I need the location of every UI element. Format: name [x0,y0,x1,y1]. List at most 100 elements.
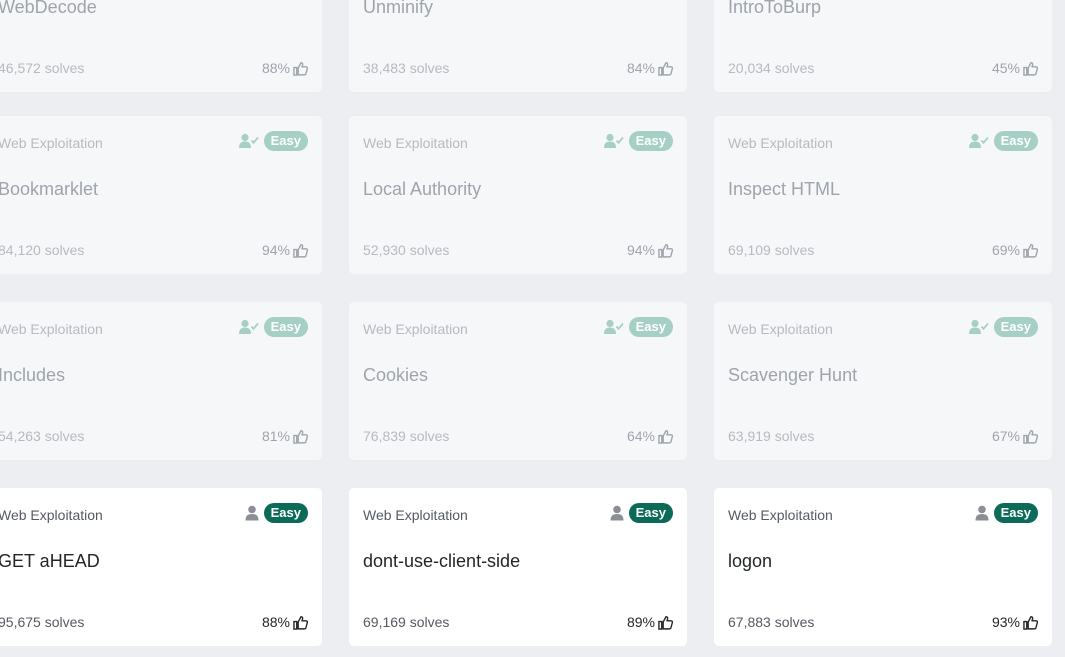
rating-value: 88% [261,60,290,76]
user-icon [975,505,989,521]
challenge-card[interactable]: Web Exploitation Easy Inspect HTML 69,109 s… [714,116,1052,274]
rating-value: 69% [991,242,1020,258]
difficulty-group: Easy [968,131,1038,151]
thumbs-up-icon [1023,615,1038,630]
thumbs-up-icon [658,61,673,76]
difficulty-group: Easy [603,131,673,151]
thumbs-up-icon [1023,61,1038,76]
challenge-title[interactable]: Bookmarklet [0,179,98,200]
challenge-card[interactable]: Web Exploitation Easy dont-use-client-side… [349,488,687,646]
challenge-title[interactable]: Unminify [363,0,433,18]
rating: 84% [627,60,673,76]
solve-count: 20,034 solves [728,60,815,76]
challenge-card[interactable]: WebDecode 46,572 solves 88% [0,0,322,92]
challenge-card[interactable]: Web Exploitation Easy Cookies 76,839 solves… [349,302,687,460]
rating: 94% [262,242,308,258]
rating-value: 88% [261,614,290,630]
difficulty-badge: Easy [263,503,308,523]
thumbs-up-icon [1023,243,1038,258]
challenge-card[interactable]: Unminify 38,483 solves 84% [349,0,687,92]
challenge-card[interactable]: IntroToBurp 20,034 solves 45% [714,0,1052,92]
rating: 88% [262,614,308,630]
difficulty-badge: Easy [628,317,673,337]
solve-count: 52,930 solves [363,242,450,258]
challenge-title[interactable]: Includes [0,365,65,386]
rating: 67% [992,428,1038,444]
rating-value: 64% [626,428,655,444]
difficulty-badge: Easy [993,317,1038,337]
challenge-category: Web Exploitation [363,135,468,151]
solve-count: 84,120 solves [0,242,85,258]
challenge-card[interactable]: Web Exploitation Easy Local Authority 52,93… [349,116,687,274]
rating: 81% [262,428,308,444]
challenge-card[interactable]: Web Exploitation Easy Bookmarklet 84,120 so… [0,116,322,274]
rating-value: 94% [626,242,655,258]
solve-count: 69,109 solves [728,242,815,258]
rating: 64% [627,428,673,444]
challenge-title[interactable]: logon [728,551,772,572]
difficulty-group: Easy [238,131,308,151]
thumbs-up-icon [293,615,308,630]
user-solved-icon [968,133,989,149]
rating: 93% [992,614,1038,630]
solve-count: 38,483 solves [363,60,450,76]
challenge-card[interactable]: Web Exploitation Easy logon 67,883 solves 93… [714,488,1052,646]
rating-value: 89% [626,614,655,630]
challenge-card[interactable]: Web Exploitation Easy Scavenger Hunt 63,919… [714,302,1052,460]
difficulty-badge: Easy [628,131,673,151]
challenge-card[interactable]: Web Exploitation Easy GET aHEAD 95,675 solv… [0,488,322,646]
solve-count: 63,919 solves [728,428,815,444]
thumbs-up-icon [293,243,308,258]
challenge-title[interactable]: WebDecode [0,0,97,18]
user-solved-icon [603,319,624,335]
rating: 94% [627,242,673,258]
challenge-title[interactable]: GET aHEAD [0,551,100,572]
challenge-category: Web Exploitation [363,507,468,523]
rating-value: 94% [261,242,290,258]
challenge-title[interactable]: Cookies [363,365,428,386]
rating-value: 45% [991,60,1020,76]
thumbs-up-icon [293,429,308,444]
rating: 88% [262,60,308,76]
difficulty-badge: Easy [628,503,673,523]
thumbs-up-icon [1023,429,1038,444]
challenge-category: Web Exploitation [0,507,103,523]
challenge-title[interactable]: Local Authority [363,179,481,200]
challenge-title[interactable]: Scavenger Hunt [728,365,857,386]
challenge-category: Web Exploitation [728,507,833,523]
user-solved-icon [238,319,259,335]
difficulty-group: Easy [603,317,673,337]
solve-count: 46,572 solves [0,60,85,76]
difficulty-group: Easy [238,317,308,337]
challenge-title[interactable]: Inspect HTML [728,179,840,200]
rating: 89% [627,614,673,630]
rating-value: 81% [261,428,290,444]
difficulty-badge: Easy [263,131,308,151]
challenge-title[interactable]: IntroToBurp [728,0,821,18]
rating-value: 67% [991,428,1020,444]
challenge-category: Web Exploitation [728,321,833,337]
solve-count: 95,675 solves [0,614,85,630]
solve-count: 67,883 solves [728,614,815,630]
user-icon [245,505,259,521]
user-icon [610,505,624,521]
difficulty-group: Easy [968,317,1038,337]
difficulty-group: Easy [975,503,1038,523]
solve-count: 76,839 solves [363,428,450,444]
challenge-title[interactable]: dont-use-client-side [363,551,520,572]
user-solved-icon [603,133,624,149]
difficulty-badge: Easy [263,317,308,337]
difficulty-badge: Easy [993,503,1038,523]
solve-count: 54,263 solves [0,428,85,444]
user-solved-icon [238,133,259,149]
challenge-category: Web Exploitation [0,321,103,337]
rating: 69% [992,242,1038,258]
challenge-card[interactable]: Web Exploitation Easy Includes 54,263 solve… [0,302,322,460]
thumbs-up-icon [658,429,673,444]
challenge-category: Web Exploitation [0,135,103,151]
solve-count: 69,169 solves [363,614,450,630]
challenge-category: Web Exploitation [363,321,468,337]
thumbs-up-icon [658,243,673,258]
rating-value: 93% [991,614,1020,630]
difficulty-group: Easy [245,503,308,523]
